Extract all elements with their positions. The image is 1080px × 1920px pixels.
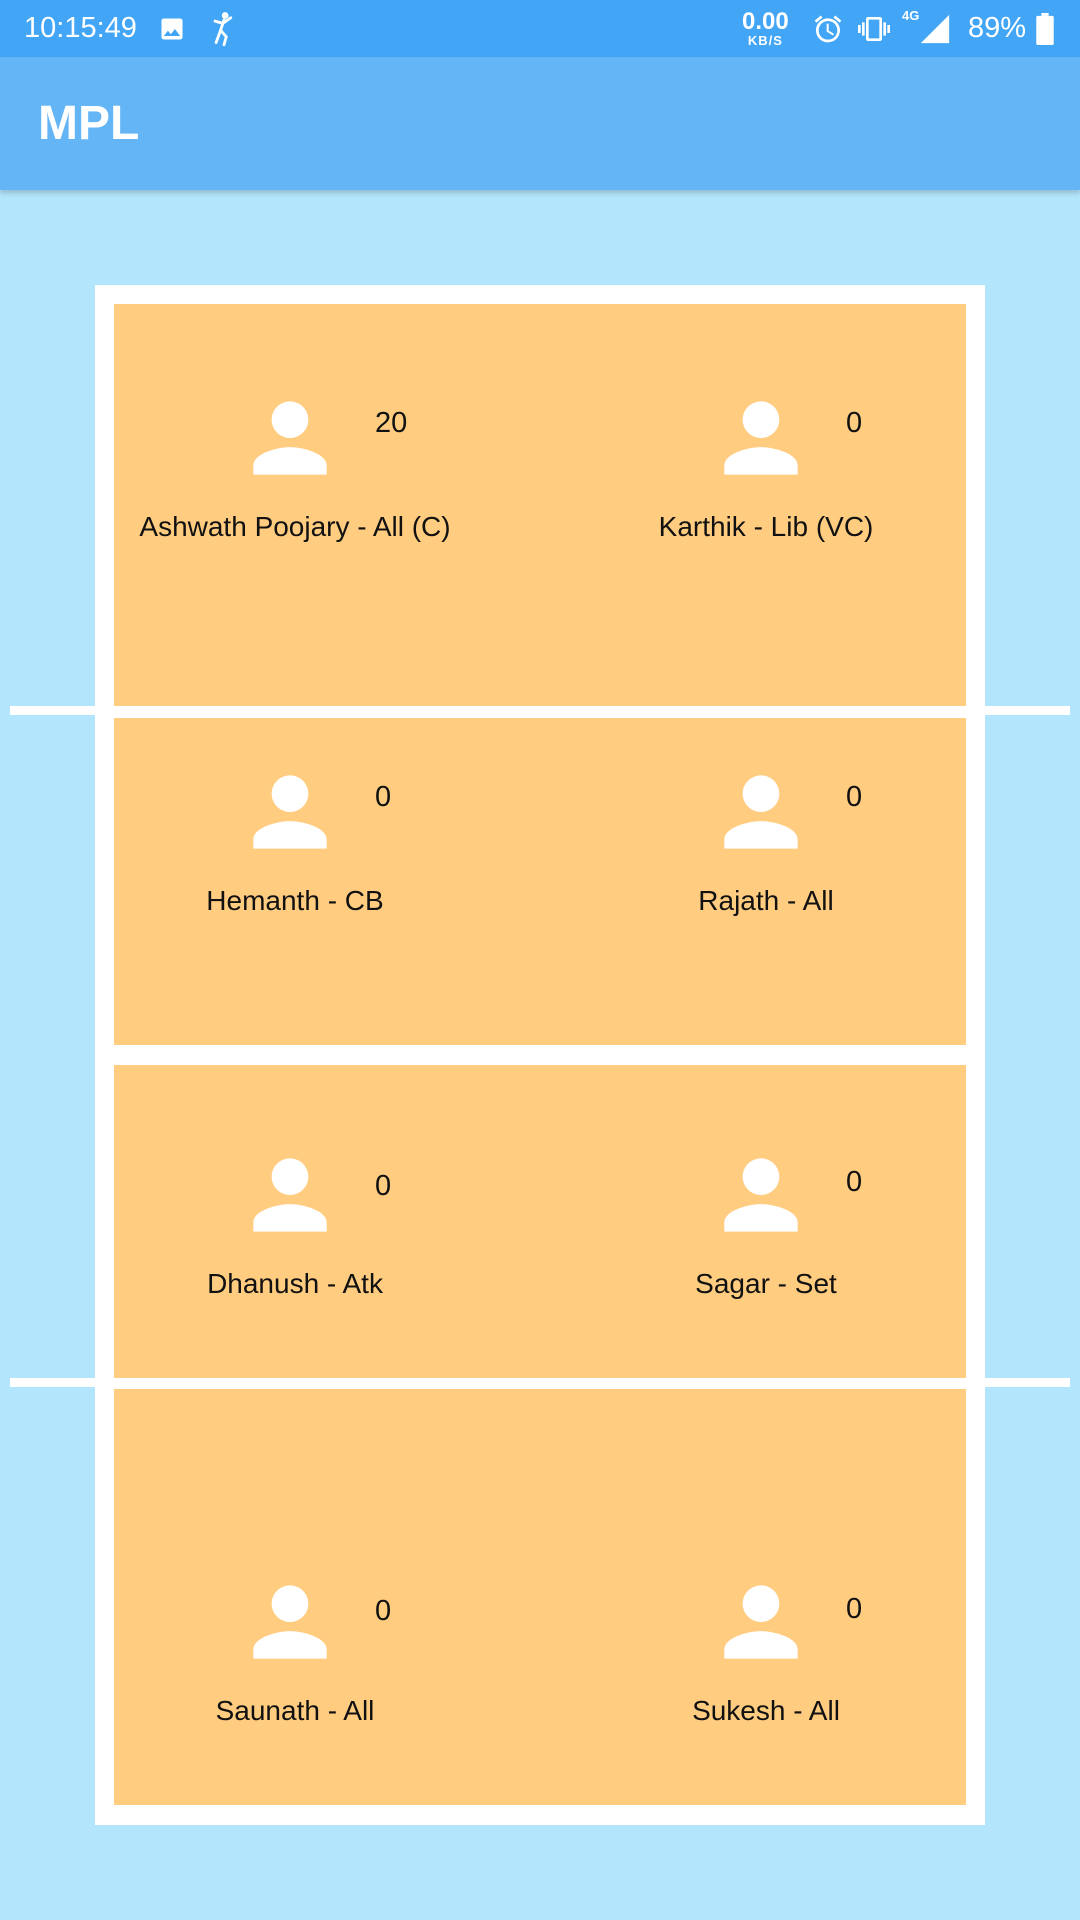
player-name: Rajath - All xyxy=(698,885,834,916)
battery-icon xyxy=(1036,0,1054,57)
status-bar: 10:15:49 0.00 KB/S 4G 89% xyxy=(0,0,1080,57)
player-score: 20 xyxy=(375,407,408,439)
player-card[interactable]: 0 Hemanth - CB xyxy=(95,757,495,927)
attack-line-top xyxy=(10,706,1070,715)
player-score: 0 xyxy=(846,407,863,439)
speed-unit: KB/S xyxy=(747,33,783,48)
player-card[interactable]: 0 Rajath - All xyxy=(566,757,966,927)
status-time: 10:15:49 xyxy=(24,12,137,44)
image-icon xyxy=(158,0,186,57)
player-name: Sagar - Set xyxy=(695,1268,837,1299)
speed-value: 0.00 xyxy=(742,8,789,35)
person-icon xyxy=(235,1140,345,1250)
person-icon xyxy=(235,757,345,867)
app-title: MPL xyxy=(38,97,140,150)
cricket-app-icon xyxy=(210,0,238,57)
player-name: Saunath - All xyxy=(215,1695,375,1726)
network-speed: 0.00 KB/S xyxy=(742,0,789,57)
player-score: 0 xyxy=(846,1593,863,1625)
player-score: 0 xyxy=(375,781,392,813)
network-type-label: 4G xyxy=(902,8,920,23)
network-type: 4G xyxy=(902,8,919,23)
person-icon xyxy=(706,1567,816,1677)
player-card[interactable]: 0 Karthik - Lib (VC) xyxy=(566,383,966,553)
player-name: Karthik - Lib (VC) xyxy=(658,511,874,542)
player-name: Ashwath Poojary - All (C) xyxy=(139,511,451,542)
vibrate-icon xyxy=(858,0,890,57)
attack-line-bottom xyxy=(10,1378,1070,1387)
player-score: 0 xyxy=(846,781,863,813)
person-icon xyxy=(706,1140,816,1250)
person-icon xyxy=(235,1567,345,1677)
player-name: Dhanush - Atk xyxy=(207,1268,383,1299)
player-score: 0 xyxy=(375,1595,392,1627)
person-icon xyxy=(235,383,345,493)
player-name: Sukesh - All xyxy=(692,1695,840,1726)
player-card[interactable]: 0 Sukesh - All xyxy=(566,1567,966,1737)
player-card[interactable]: 0 Saunath - All xyxy=(95,1567,495,1737)
person-icon xyxy=(706,383,816,493)
player-name: Hemanth - CB xyxy=(206,885,384,916)
person-icon xyxy=(706,757,816,867)
app-bar: MPL xyxy=(0,57,1080,190)
player-score: 0 xyxy=(375,1170,392,1202)
alarm-icon xyxy=(812,0,844,57)
player-card[interactable]: 20 Ashwath Poojary - All (C) xyxy=(95,383,495,553)
player-card[interactable]: 0 Dhanush - Atk xyxy=(95,1140,495,1310)
battery-percent: 89% xyxy=(968,12,1027,44)
player-score: 0 xyxy=(846,1166,863,1198)
player-card[interactable]: 0 Sagar - Set xyxy=(566,1140,966,1310)
signal-icon xyxy=(918,0,952,57)
